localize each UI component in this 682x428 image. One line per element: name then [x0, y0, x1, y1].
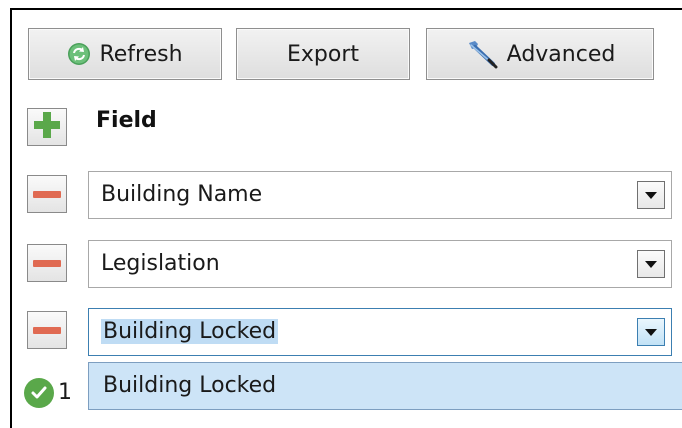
refresh-button[interactable]: Refresh [28, 28, 222, 80]
minus-icon [33, 259, 61, 267]
refresh-label: Refresh [99, 41, 183, 67]
field-select-value: Building Locked [101, 319, 279, 344]
dropdown-button[interactable] [637, 318, 665, 346]
field-select-value: Building Name [101, 182, 263, 207]
field-column-header: Field [96, 108, 157, 133]
selected-text: Building Locked [101, 319, 279, 344]
dropdown-button[interactable] [637, 181, 665, 209]
remove-field-button[interactable] [27, 175, 67, 213]
check-circle-icon [24, 378, 54, 408]
refresh-icon [67, 42, 91, 66]
advanced-label: Advanced [506, 41, 616, 67]
chevron-down-icon [645, 328, 657, 336]
remove-field-button[interactable] [27, 311, 67, 349]
minus-icon [33, 326, 61, 334]
chevron-down-icon [645, 260, 657, 268]
field-select[interactable]: Building Name [88, 171, 672, 219]
wrench-icon [465, 39, 499, 69]
field-select-value: Legislation [101, 251, 220, 276]
field-select[interactable]: Legislation [88, 240, 672, 288]
export-button[interactable]: Export [236, 28, 410, 80]
export-label: Export [286, 41, 359, 67]
dropdown-list: Building Locked [88, 362, 682, 410]
status-count: 1 [58, 380, 72, 405]
advanced-button[interactable]: Advanced [426, 28, 654, 80]
minus-icon [33, 190, 61, 198]
remove-field-button[interactable] [27, 244, 67, 282]
dropdown-option[interactable]: Building Locked [103, 373, 276, 398]
chevron-down-icon [645, 191, 657, 199]
plus-icon [33, 111, 61, 143]
add-field-button[interactable] [27, 108, 67, 146]
dropdown-button[interactable] [637, 250, 665, 278]
field-select[interactable]: Building Locked [88, 308, 672, 356]
